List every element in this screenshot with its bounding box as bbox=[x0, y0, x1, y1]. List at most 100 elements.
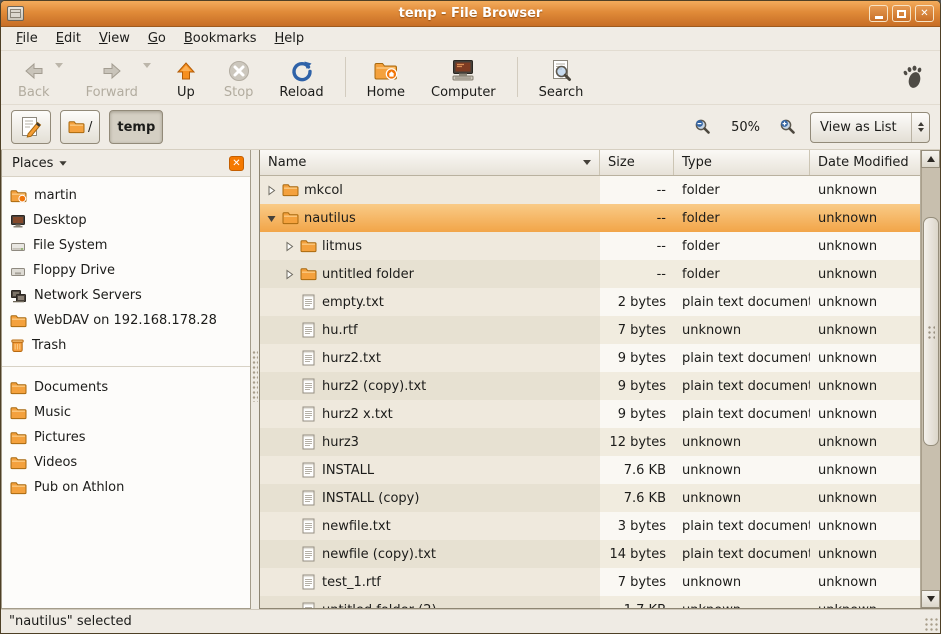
back-dropdown[interactable] bbox=[55, 68, 63, 83]
sidebar-item-trash[interactable]: Trash bbox=[2, 333, 250, 358]
home-button[interactable]: Home bbox=[358, 54, 414, 102]
sidebar-item-pictures[interactable]: Pictures bbox=[2, 425, 250, 450]
file-date-modified: unknown bbox=[810, 456, 920, 484]
table-row[interactable]: hurz2 x.txt 9 bytes plain text document … bbox=[260, 400, 920, 428]
file-date-modified: unknown bbox=[810, 596, 920, 608]
text-file-icon bbox=[302, 490, 315, 506]
menu-go[interactable]: Go bbox=[139, 28, 175, 49]
resize-grip-icon[interactable] bbox=[924, 617, 938, 631]
current-folder-button[interactable]: temp bbox=[109, 110, 163, 144]
column-header-size[interactable]: Size bbox=[600, 150, 674, 175]
floppy-drive-icon bbox=[10, 264, 26, 278]
table-row[interactable]: newfile.txt 3 bytes plain text document … bbox=[260, 512, 920, 540]
file-name: untitled folder bbox=[322, 267, 414, 282]
menu-bookmarks[interactable]: Bookmarks bbox=[175, 28, 266, 49]
drive-icon bbox=[10, 239, 26, 253]
expander[interactable] bbox=[282, 241, 297, 252]
sidebar-item-label: File System bbox=[33, 238, 107, 253]
table-row[interactable]: untitled folder -- folder unknown bbox=[260, 260, 920, 288]
expander-open-icon[interactable] bbox=[266, 213, 277, 224]
column-header-type[interactable]: Type bbox=[674, 150, 810, 175]
table-row[interactable]: newfile (copy).txt 14 bytes plain text d… bbox=[260, 540, 920, 568]
menu-help[interactable]: Help bbox=[266, 28, 314, 49]
sidebar-item-pub-on-athlon[interactable]: Pub on Athlon bbox=[2, 475, 250, 500]
pane-separator[interactable] bbox=[251, 150, 259, 609]
edit-location-button[interactable] bbox=[11, 110, 51, 144]
sidebar-item-file-system[interactable]: File System bbox=[2, 233, 250, 258]
reload-button[interactable]: Reload bbox=[270, 54, 332, 102]
toolbar: Back Forward Up Stop bbox=[1, 51, 940, 105]
table-row[interactable]: hurz2 (copy).txt 9 bytes plain text docu… bbox=[260, 372, 920, 400]
computer-button[interactable]: Computer bbox=[422, 54, 505, 102]
sidebar-close-button[interactable]: ✕ bbox=[229, 156, 244, 171]
table-row[interactable]: INSTALL (copy) 7.6 KB unknown unknown bbox=[260, 484, 920, 512]
sidebar-item-desktop[interactable]: Desktop bbox=[2, 208, 250, 233]
table-row[interactable]: empty.txt 2 bytes plain text document un… bbox=[260, 288, 920, 316]
zoom-out-button[interactable] bbox=[690, 114, 716, 140]
vertical-scrollbar[interactable] bbox=[920, 150, 940, 608]
forward-button[interactable]: Forward bbox=[77, 54, 147, 102]
expander-closed-icon[interactable] bbox=[284, 241, 295, 252]
sidebar-item-webdav-on-192-168-178-28[interactable]: WebDAV on 192.168.178.28 bbox=[2, 308, 250, 333]
expander[interactable] bbox=[264, 213, 279, 224]
back-button[interactable]: Back bbox=[9, 54, 59, 102]
zoom-in-button[interactable] bbox=[775, 114, 801, 140]
expander-closed-icon[interactable] bbox=[284, 269, 295, 280]
back-icon bbox=[22, 57, 46, 84]
search-button[interactable]: Search bbox=[530, 54, 593, 102]
close-button[interactable]: ✕ bbox=[915, 5, 934, 22]
table-row[interactable]: mkcol -- folder unknown bbox=[260, 176, 920, 204]
scrollbar-trough[interactable] bbox=[921, 168, 940, 590]
sidebar-item-label: martin bbox=[34, 188, 77, 203]
table-row[interactable]: INSTALL 7.6 KB unknown unknown bbox=[260, 456, 920, 484]
menu-view[interactable]: View bbox=[90, 28, 139, 49]
table-row[interactable]: test_1.rtf 7 bytes unknown unknown bbox=[260, 568, 920, 596]
file-list-view: Name Size Type Date Modified mkcol -- fo… bbox=[259, 150, 940, 609]
sidebar-item-martin[interactable]: martin bbox=[2, 183, 250, 208]
chevron-down-icon bbox=[918, 128, 924, 132]
sidebar-header[interactable]: Places ✕ bbox=[2, 150, 250, 177]
maximize-button[interactable] bbox=[892, 5, 911, 22]
network-servers-icon bbox=[10, 289, 27, 303]
sidebar-item-floppy-drive[interactable]: Floppy Drive bbox=[2, 258, 250, 283]
reload-icon bbox=[290, 57, 314, 84]
up-button[interactable]: Up bbox=[165, 54, 207, 102]
scroll-down-button[interactable] bbox=[921, 590, 940, 608]
window-icon bbox=[7, 6, 24, 21]
folder-icon bbox=[10, 314, 27, 328]
expander-closed-icon[interactable] bbox=[266, 185, 277, 196]
zoom-level: 50% bbox=[731, 120, 760, 135]
scroll-up-button[interactable] bbox=[921, 150, 940, 168]
sidebar-item-label: Trash bbox=[32, 338, 66, 353]
minimize-button[interactable] bbox=[869, 5, 888, 22]
root-folder-label: / bbox=[88, 120, 92, 135]
table-row[interactable]: hurz2.txt 9 bytes plain text document un… bbox=[260, 344, 920, 372]
sidebar-item-music[interactable]: Music bbox=[2, 400, 250, 425]
file-name: mkcol bbox=[304, 183, 343, 198]
table-row[interactable]: hu.rtf 7 bytes unknown unknown bbox=[260, 316, 920, 344]
table-row[interactable]: nautilus -- folder unknown bbox=[260, 204, 920, 232]
menu-edit[interactable]: Edit bbox=[47, 28, 90, 49]
sidebar-item-videos[interactable]: Videos bbox=[2, 450, 250, 475]
zoom-in-icon bbox=[779, 118, 797, 136]
column-header-date-modified[interactable]: Date Modified bbox=[810, 150, 920, 175]
sidebar-item-label: Videos bbox=[34, 455, 77, 470]
scrollbar-thumb[interactable] bbox=[923, 217, 939, 446]
table-row[interactable]: hurz3 12 bytes unknown unknown bbox=[260, 428, 920, 456]
titlebar[interactable]: temp - File Browser ✕ bbox=[1, 1, 940, 27]
file-size: -- bbox=[600, 232, 674, 260]
column-header-name[interactable]: Name bbox=[260, 150, 600, 175]
sidebar-item-documents[interactable]: Documents bbox=[2, 375, 250, 400]
expander[interactable] bbox=[282, 269, 297, 280]
table-row[interactable]: untitled folder (2) 1.7 KB unknown unkno… bbox=[260, 596, 920, 608]
view-mode-select[interactable]: View as List bbox=[810, 112, 930, 143]
text-file-icon bbox=[302, 462, 315, 478]
stop-button[interactable]: Stop bbox=[215, 54, 263, 102]
forward-dropdown[interactable] bbox=[143, 68, 151, 83]
root-folder-button[interactable]: / bbox=[60, 110, 100, 144]
table-row[interactable]: litmus -- folder unknown bbox=[260, 232, 920, 260]
expander[interactable] bbox=[264, 185, 279, 196]
menu-file[interactable]: File bbox=[7, 28, 47, 49]
text-file-icon bbox=[302, 574, 315, 590]
sidebar-item-network-servers[interactable]: Network Servers bbox=[2, 283, 250, 308]
